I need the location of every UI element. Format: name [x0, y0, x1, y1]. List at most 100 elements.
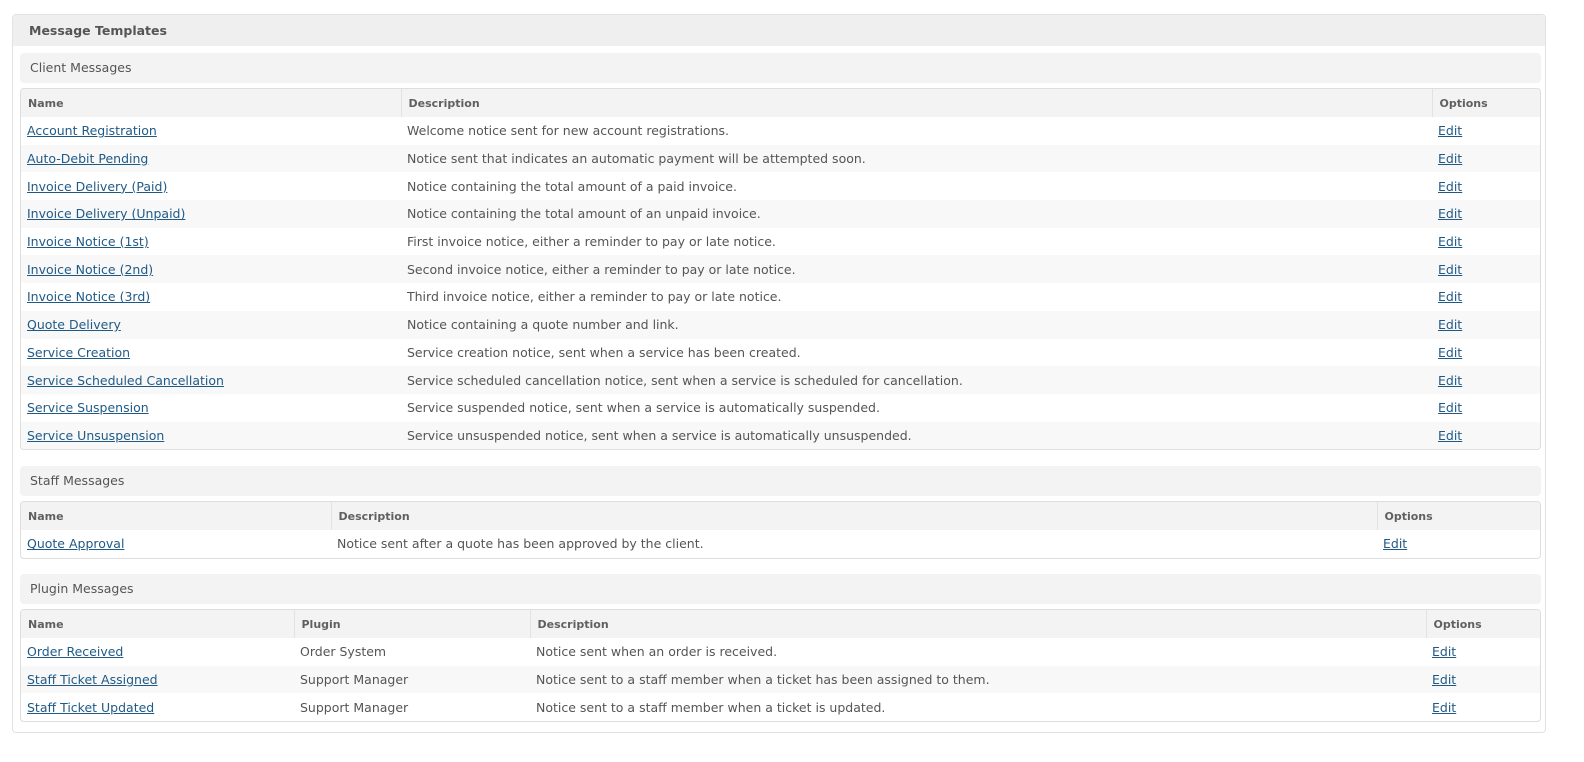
- template-name-link[interactable]: Invoice Delivery (Paid): [27, 179, 167, 194]
- description-cell: Notice sent to a staff member when a tic…: [530, 665, 1426, 694]
- template-name-link[interactable]: Service Scheduled Cancellation: [27, 373, 224, 388]
- column-header-description: Description: [529, 610, 1426, 638]
- edit-link[interactable]: Edit: [1432, 672, 1456, 687]
- edit-link[interactable]: Edit: [1438, 400, 1462, 415]
- name-cell: Quote Delivery: [21, 310, 401, 339]
- table-row: Invoice Delivery (Unpaid) Notice containi…: [21, 200, 1540, 228]
- template-name-link[interactable]: Service Creation: [27, 345, 130, 360]
- options-cell: Edit: [1426, 638, 1540, 666]
- template-name-link[interactable]: Service Suspension: [27, 400, 149, 415]
- description-cell: Service creation notice, sent when a ser…: [407, 344, 801, 360]
- description-cell: Service scheduled cancellation notice, s…: [401, 366, 1432, 394]
- template-name-link[interactable]: Staff Ticket Updated: [27, 700, 154, 715]
- edit-link[interactable]: Edit: [1438, 262, 1462, 277]
- client-messages-title: Client Messages: [20, 53, 1541, 83]
- name-cell: Service Unsuspension: [21, 421, 401, 450]
- table-row: Service Creation Service creation notice,…: [21, 339, 1540, 367]
- options-cell: Edit: [1432, 310, 1540, 339]
- description-cell: First invoice notice, either a reminder …: [407, 234, 776, 250]
- template-name-link[interactable]: Invoice Notice (3rd): [27, 289, 150, 304]
- plugin-cell: Order System: [300, 644, 387, 660]
- options-cell: Edit: [1432, 144, 1540, 173]
- edit-link[interactable]: Edit: [1438, 289, 1462, 304]
- panel-title: Message Templates: [13, 15, 1545, 46]
- description-cell: Notice containing the total amount of a …: [407, 178, 737, 194]
- edit-link[interactable]: Edit: [1438, 428, 1462, 443]
- column-header-options: Options: [1425, 610, 1540, 638]
- description-cell: Notice sent that indicates an automatic …: [401, 144, 1432, 173]
- table-header-row: Name Plugin Description Options: [21, 610, 1540, 638]
- edit-link[interactable]: Edit: [1438, 151, 1462, 166]
- edit-link[interactable]: Edit: [1432, 700, 1456, 715]
- edit-link[interactable]: Edit: [1438, 179, 1462, 194]
- edit-link[interactable]: Edit: [1438, 317, 1462, 332]
- name-cell: Order Received: [21, 638, 294, 666]
- template-name-link[interactable]: Quote Approval: [27, 536, 124, 551]
- description-cell: Notice containing a quote number and lin…: [401, 310, 1432, 339]
- options-cell: Edit: [1432, 172, 1540, 200]
- name-cell: Auto-Debit Pending: [21, 144, 401, 173]
- options-cell: Edit: [1432, 366, 1540, 394]
- template-name-link[interactable]: Staff Ticket Assigned: [27, 672, 158, 687]
- plugin-messages-title: Plugin Messages: [20, 574, 1541, 604]
- edit-link[interactable]: Edit: [1438, 234, 1462, 249]
- column-header-name: Name: [21, 89, 401, 117]
- edit-link[interactable]: Edit: [1432, 644, 1456, 659]
- template-name-link[interactable]: Order Received: [27, 644, 123, 659]
- template-name-link[interactable]: Service Unsuspension: [27, 428, 164, 443]
- name-cell: Invoice Delivery (Unpaid): [21, 200, 401, 228]
- name-cell: Service Suspension: [21, 394, 401, 422]
- table-row: Invoice Notice (3rd) Third invoice notice…: [21, 283, 1540, 311]
- name-cell: Invoice Delivery (Paid): [21, 172, 401, 200]
- options-cell: Edit: [1426, 693, 1540, 721]
- column-header-description: Description: [400, 89, 1432, 117]
- table-row: Quote Approval Notice sent after a quote …: [21, 530, 1540, 558]
- name-cell: Account Registration: [21, 117, 401, 145]
- template-name-link[interactable]: Auto-Debit Pending: [27, 151, 148, 166]
- description-cell: Notice sent to a staff member when a tic…: [536, 699, 886, 715]
- table-row: Staff Ticket Updated Support Manager Notic…: [21, 693, 1540, 721]
- table-row: Account Registration Welcome notice sent …: [21, 117, 1540, 145]
- options-cell: Edit: [1432, 200, 1540, 228]
- table-row: Service Unsuspension Service unsuspended …: [21, 421, 1540, 450]
- template-name-link[interactable]: Invoice Notice (1st): [27, 234, 149, 249]
- plugin-messages-section: Plugin Messages Name Plugin Description …: [20, 574, 1541, 723]
- template-name-link[interactable]: Invoice Notice (2nd): [27, 262, 153, 277]
- table-header-row: Name Description Options: [21, 89, 1540, 117]
- edit-link[interactable]: Edit: [1438, 345, 1462, 360]
- table-row: Invoice Notice (1st) First invoice notice…: [21, 228, 1540, 256]
- staff-messages-title: Staff Messages: [20, 466, 1541, 496]
- staff-messages-table: Name Description Options Quote Approval N…: [20, 501, 1541, 559]
- table-row: Invoice Delivery (Paid) Notice containing…: [21, 172, 1540, 200]
- template-name-link[interactable]: Invoice Delivery (Unpaid): [27, 206, 185, 221]
- edit-link[interactable]: Edit: [1438, 206, 1462, 221]
- description-cell: Notice sent after a quote has been appro…: [337, 536, 704, 552]
- column-header-options: Options: [1431, 89, 1540, 117]
- description-cell: Notice sent when an order is received.: [536, 644, 778, 660]
- name-cell: Staff Ticket Updated: [21, 693, 294, 721]
- column-header-name: Name: [21, 610, 294, 638]
- edit-link[interactable]: Edit: [1438, 373, 1462, 388]
- column-header-options: Options: [1376, 502, 1540, 530]
- description-cell: Service unsuspended notice, sent when a …: [401, 421, 1432, 450]
- template-name-link[interactable]: Account Registration: [27, 123, 157, 138]
- table-row: Auto-Debit Pending Notice sent that indic…: [21, 144, 1540, 173]
- name-cell: Invoice Notice (2nd): [21, 255, 401, 284]
- table-row: Invoice Notice (2nd) Second invoice notic…: [21, 255, 1540, 284]
- column-header-plugin: Plugin: [293, 610, 530, 638]
- column-header-description: Description: [330, 502, 1377, 530]
- column-header-name: Name: [21, 502, 331, 530]
- plugin-cell: Support Manager: [300, 699, 409, 715]
- options-cell: Edit: [1426, 665, 1540, 694]
- plugin-cell: Support Manager: [294, 665, 530, 694]
- options-cell: Edit: [1432, 339, 1540, 367]
- table-header-row: Name Description Options: [21, 502, 1540, 530]
- edit-link[interactable]: Edit: [1383, 536, 1407, 551]
- table-row: Staff Ticket Assigned Support Manager Noti…: [21, 665, 1540, 694]
- client-messages-table: Name Description Options Account Registr…: [20, 88, 1541, 451]
- edit-link[interactable]: Edit: [1438, 123, 1462, 138]
- name-cell: Service Scheduled Cancellation: [21, 366, 401, 394]
- table-row: Order Received Order System Notice sent wh…: [21, 638, 1540, 666]
- options-cell: Edit: [1432, 255, 1540, 284]
- template-name-link[interactable]: Quote Delivery: [27, 317, 121, 332]
